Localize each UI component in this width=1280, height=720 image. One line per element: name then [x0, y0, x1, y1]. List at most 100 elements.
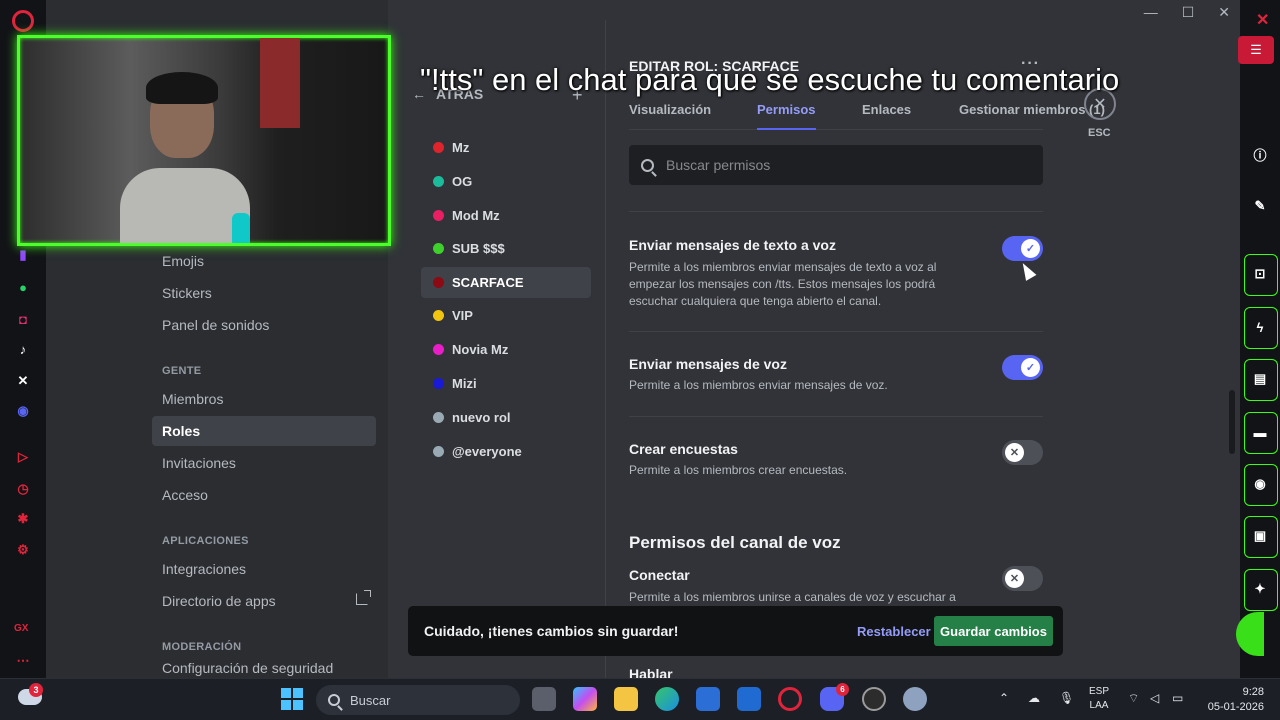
history-icon[interactable]: ◷ [14, 480, 32, 498]
tab-permissions[interactable]: Permisos [757, 102, 816, 130]
role-item-sub[interactable]: SUB $$$ [421, 233, 591, 264]
role-item-og[interactable]: OG [421, 166, 591, 197]
reset-button[interactable]: Restablecer [857, 624, 931, 639]
settings-icon[interactable]: ⚙ [14, 541, 32, 559]
volume-icon[interactable]: ◁ [1150, 691, 1159, 705]
sidebar-item-safety-setup[interactable]: Configuración de seguridad [152, 660, 376, 678]
extensions-icon[interactable]: ✱ [14, 510, 32, 528]
battery-icon[interactable]: ▭ [1172, 691, 1183, 705]
edge-icon[interactable] [655, 687, 679, 711]
role-label: SUB $$$ [452, 241, 505, 256]
sidebar-item-access[interactable]: Acceso [152, 480, 376, 510]
role-label: Mod Mz [452, 208, 500, 223]
scrollbar[interactable] [1229, 390, 1235, 454]
obs-icon[interactable] [862, 687, 886, 711]
save-changes-button[interactable]: Guardar cambios [934, 616, 1053, 646]
language-code: ESP [1089, 686, 1110, 697]
twitch-icon[interactable]: ▮ [14, 246, 32, 264]
permission-toggle-voice-messages[interactable]: ✓ [1002, 355, 1043, 380]
sidebar-item-label: Invitaciones [162, 455, 236, 471]
role-item-scarface[interactable]: SCARFACE [421, 267, 591, 298]
role-item-vip[interactable]: VIP [421, 300, 591, 331]
task-view-icon[interactable] [532, 687, 556, 711]
gx-corner-label[interactable]: GX [14, 623, 28, 634]
info-icon[interactable]: ⓘ [1240, 134, 1280, 174]
chat-icon[interactable]: ▬ [1240, 412, 1280, 454]
taskbar-search[interactable]: Buscar [316, 685, 520, 715]
sidebar-item-members[interactable]: Miembros [152, 384, 376, 414]
search-input[interactable] [666, 157, 1006, 173]
sidebar-item-stickers[interactable]: Stickers [152, 278, 376, 308]
maximize-icon[interactable]: ☐ [1182, 4, 1195, 21]
opera-gx-icon[interactable] [778, 687, 802, 711]
close-icon[interactable]: ✕ [1256, 10, 1269, 30]
role-label: Novia Mz [452, 342, 509, 357]
permission-name: Enviar mensajes de voz [629, 356, 787, 372]
streamer-image [120, 72, 250, 243]
screenshot-icon[interactable]: ⊡ [1240, 254, 1280, 296]
role-item-novia-mz[interactable]: Novia Mz [421, 334, 591, 365]
minimize-icon[interactable]: — [1144, 4, 1158, 21]
microphone-icon[interactable]: 🎙 [1059, 691, 1074, 705]
discord-icon[interactable]: ◉ [14, 402, 32, 420]
role-item-mz[interactable]: Mz [421, 132, 591, 163]
player-icon[interactable]: ▷ [14, 448, 32, 466]
outlook-icon[interactable] [737, 687, 761, 711]
sidebar-item-label: Directorio de apps [162, 593, 276, 609]
permission-name: Enviar mensajes de texto a voz [629, 237, 836, 253]
wifi-icon[interactable]: ⌔ [1128, 691, 1139, 706]
cloud-icon[interactable]: ☁ [1028, 691, 1040, 705]
x-icon: ✕ [1005, 569, 1024, 588]
search-icon [641, 158, 654, 172]
lightning-icon[interactable]: ϟ [1240, 307, 1280, 349]
more-icon[interactable]: ⋯ [14, 652, 32, 670]
camera-switch-icon[interactable]: ▣ [1240, 516, 1280, 558]
role-item-everyone[interactable]: @everyone [421, 436, 591, 467]
tab-links[interactable]: Enlaces [862, 102, 911, 117]
store-icon[interactable] [696, 687, 720, 711]
role-label: VIP [452, 308, 473, 323]
chevron-up-icon[interactable]: ⌃ [999, 691, 1009, 705]
opera-gx-logo-icon[interactable] [12, 10, 34, 32]
wrench-icon[interactable]: ✦ [1240, 569, 1280, 611]
broadcast-icon[interactable]: ◉ [1240, 464, 1280, 506]
sidebar-item-integrations[interactable]: Integraciones [152, 554, 376, 584]
sidebar-item-app-directory[interactable]: Directorio de apps [152, 586, 376, 616]
document-icon[interactable]: ▤ [1240, 359, 1280, 401]
settings-gear-icon[interactable] [903, 687, 927, 711]
x-icon[interactable]: ✕ [14, 372, 32, 390]
role-color-dot [433, 412, 444, 423]
windows-start-icon[interactable] [281, 688, 303, 710]
sidebar-item-label: Configuración de seguridad [162, 660, 334, 676]
permission-toggle-tts[interactable]: ✓ [1002, 236, 1043, 261]
role-item-mizi[interactable]: Mizi [421, 368, 591, 399]
role-label: SCARFACE [452, 275, 524, 290]
settings-sliders-icon[interactable]: ☰ [1238, 36, 1274, 64]
sidebar-item-emojis[interactable]: Emojis [152, 246, 376, 276]
language-indicator[interactable]: ESP LAA [1089, 685, 1109, 713]
pencil-icon[interactable]: ✎ [1240, 186, 1280, 226]
permission-toggle-connect[interactable]: ✕ [1002, 566, 1043, 591]
tiktok-icon[interactable]: ♪ [14, 340, 32, 358]
permission-toggle-polls[interactable]: ✕ [1002, 440, 1043, 465]
file-explorer-icon[interactable] [614, 687, 638, 711]
taskbar: 3 Buscar 6 ⌃ ☁ 🎙 ESP LAA ⌔ ◁ ▭ 9:28 05-0… [0, 678, 1280, 720]
sidebar-item-invites[interactable]: Invitaciones [152, 448, 376, 478]
tab-display[interactable]: Visualización [629, 102, 711, 117]
sidebar-item-soundboard[interactable]: Panel de sonidos [152, 310, 376, 340]
sidebar-item-roles[interactable]: Roles [152, 416, 376, 446]
close-icon[interactable]: ✕ [1218, 4, 1230, 21]
copilot-icon[interactable] [573, 687, 597, 711]
system-clock[interactable]: 9:28 05-01-2026 [1202, 685, 1264, 715]
role-color-dot [433, 243, 444, 254]
sidebar-header-moderation: MODERACIÓN [162, 641, 242, 653]
sidebar-item-label: Acceso [162, 487, 208, 503]
webcam-overlay [17, 35, 391, 246]
role-item-nuevo-rol[interactable]: nuevo rol [421, 402, 591, 433]
whatsapp-icon[interactable]: ● [14, 278, 32, 296]
role-label: nuevo rol [452, 410, 511, 425]
instagram-icon[interactable]: ◘ [14, 310, 32, 328]
role-item-mod-mz[interactable]: Mod Mz [421, 200, 591, 231]
sidebar-header-apps: APLICACIONES [162, 535, 249, 547]
role-color-dot [433, 344, 444, 355]
